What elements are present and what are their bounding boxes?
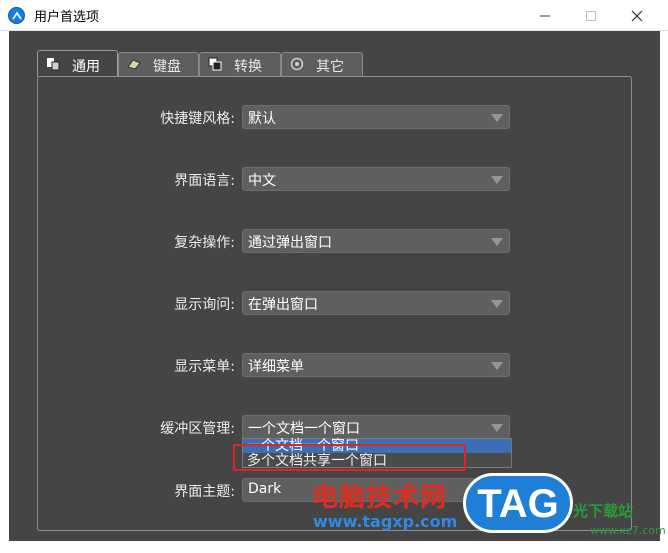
corner-watermark-text: 光下载站: [573, 502, 634, 520]
ui-theme-label: 界面主题:: [174, 484, 235, 500]
title-bar: 用户首选项: [0, 0, 668, 31]
show-menu-select[interactable]: 详细菜单: [242, 353, 510, 377]
shortcut-style-label: 快捷键风格:: [160, 111, 235, 127]
ui-theme-value: Dark: [248, 481, 282, 497]
tag-logo: TAG: [463, 473, 573, 533]
tag-logo-text: TAG: [477, 482, 559, 526]
annotation-highlight-box: [233, 444, 466, 471]
buffer-mgmt-label: 缓冲区管理:: [160, 421, 235, 437]
show-menu-value: 详细菜单: [248, 359, 304, 375]
chevron-down-icon: [491, 176, 503, 184]
show-prompt-value: 在弹出窗口: [248, 297, 318, 313]
chevron-down-icon: [491, 300, 503, 308]
tab-other-label: 其它: [316, 59, 344, 75]
shortcut-style-value: 默认: [248, 111, 276, 127]
general-icon: [47, 58, 60, 71]
tab-general[interactable]: 通用: [37, 50, 118, 77]
close-button[interactable]: [614, 0, 660, 31]
chevron-down-icon: [491, 114, 503, 122]
chevron-down-icon: [491, 424, 503, 432]
convert-icon: [208, 57, 222, 71]
show-prompt-label: 显示询问:: [174, 297, 235, 313]
ui-language-select[interactable]: 中文: [242, 167, 510, 191]
chevron-down-icon: [491, 238, 503, 246]
tab-general-label: 通用: [72, 59, 100, 75]
show-prompt-select[interactable]: 在弹出窗口: [242, 291, 510, 315]
complex-ops-label: 复杂操作:: [174, 235, 235, 251]
show-menu-label: 显示菜单:: [174, 359, 235, 375]
watermark-site-name: 电脑技术网: [312, 483, 448, 513]
tab-convert[interactable]: 转换: [199, 52, 281, 76]
keyboard-icon: [127, 59, 141, 70]
tab-convert-label: 转换: [234, 59, 262, 75]
chevron-down-icon: [491, 362, 503, 370]
minimize-button[interactable]: [522, 0, 568, 31]
gear-icon: [290, 57, 304, 71]
ui-language-value: 中文: [248, 173, 276, 189]
buffer-mgmt-value: 一个文档一个窗口: [248, 421, 360, 437]
app-icon: [8, 7, 25, 24]
window-title: 用户首选项: [34, 10, 100, 25]
buffer-mgmt-select[interactable]: 一个文档一个窗口: [242, 415, 510, 439]
watermark-url: www.tagxp.com: [313, 512, 458, 531]
ui-language-label: 界面语言:: [174, 173, 235, 189]
tab-keyboard-label: 键盘: [153, 59, 181, 75]
shortcut-style-select[interactable]: 默认: [242, 105, 510, 129]
tab-keyboard[interactable]: 键盘: [118, 52, 199, 76]
corner-watermark-url: www.xz7.com: [590, 524, 666, 537]
complex-ops-select[interactable]: 通过弹出窗口: [242, 229, 510, 253]
complex-ops-value: 通过弹出窗口: [248, 235, 332, 251]
tab-other[interactable]: 其它: [281, 52, 363, 76]
maximize-button[interactable]: [568, 0, 614, 31]
